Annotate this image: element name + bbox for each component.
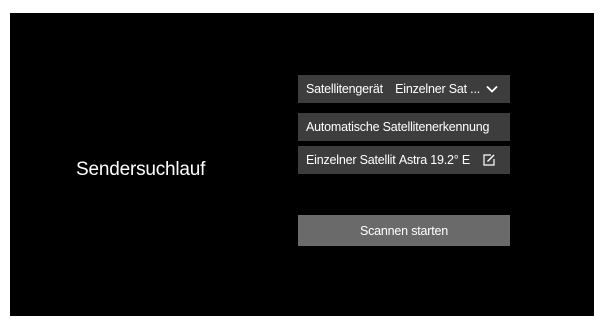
satellite-device-label: Satellitengerät (306, 82, 383, 96)
auto-satellite-detection-button[interactable]: Automatische Satellitenerkennung (298, 113, 510, 141)
auto-satellite-detection-label: Automatische Satellitenerkennung (306, 120, 490, 134)
page-title: Sendersuchlauf (76, 159, 206, 180)
tv-screen: Sendersuchlauf Satellitengerät Einzelner… (10, 13, 594, 316)
single-satellite-value: Astra 19.2° E (398, 153, 470, 167)
satellite-device-select[interactable]: Satellitengerät Einzelner Sat ... (298, 75, 510, 103)
single-satellite-setting[interactable]: Einzelner Satellit Astra 19.2° E (298, 146, 510, 174)
satellite-device-value: Einzelner Sat ... (395, 82, 480, 96)
chevron-down-icon (486, 85, 498, 93)
edit-icon[interactable] (482, 153, 496, 167)
start-scan-button[interactable]: Scannen starten (298, 215, 510, 246)
single-satellite-label: Einzelner Satellit (306, 153, 396, 167)
